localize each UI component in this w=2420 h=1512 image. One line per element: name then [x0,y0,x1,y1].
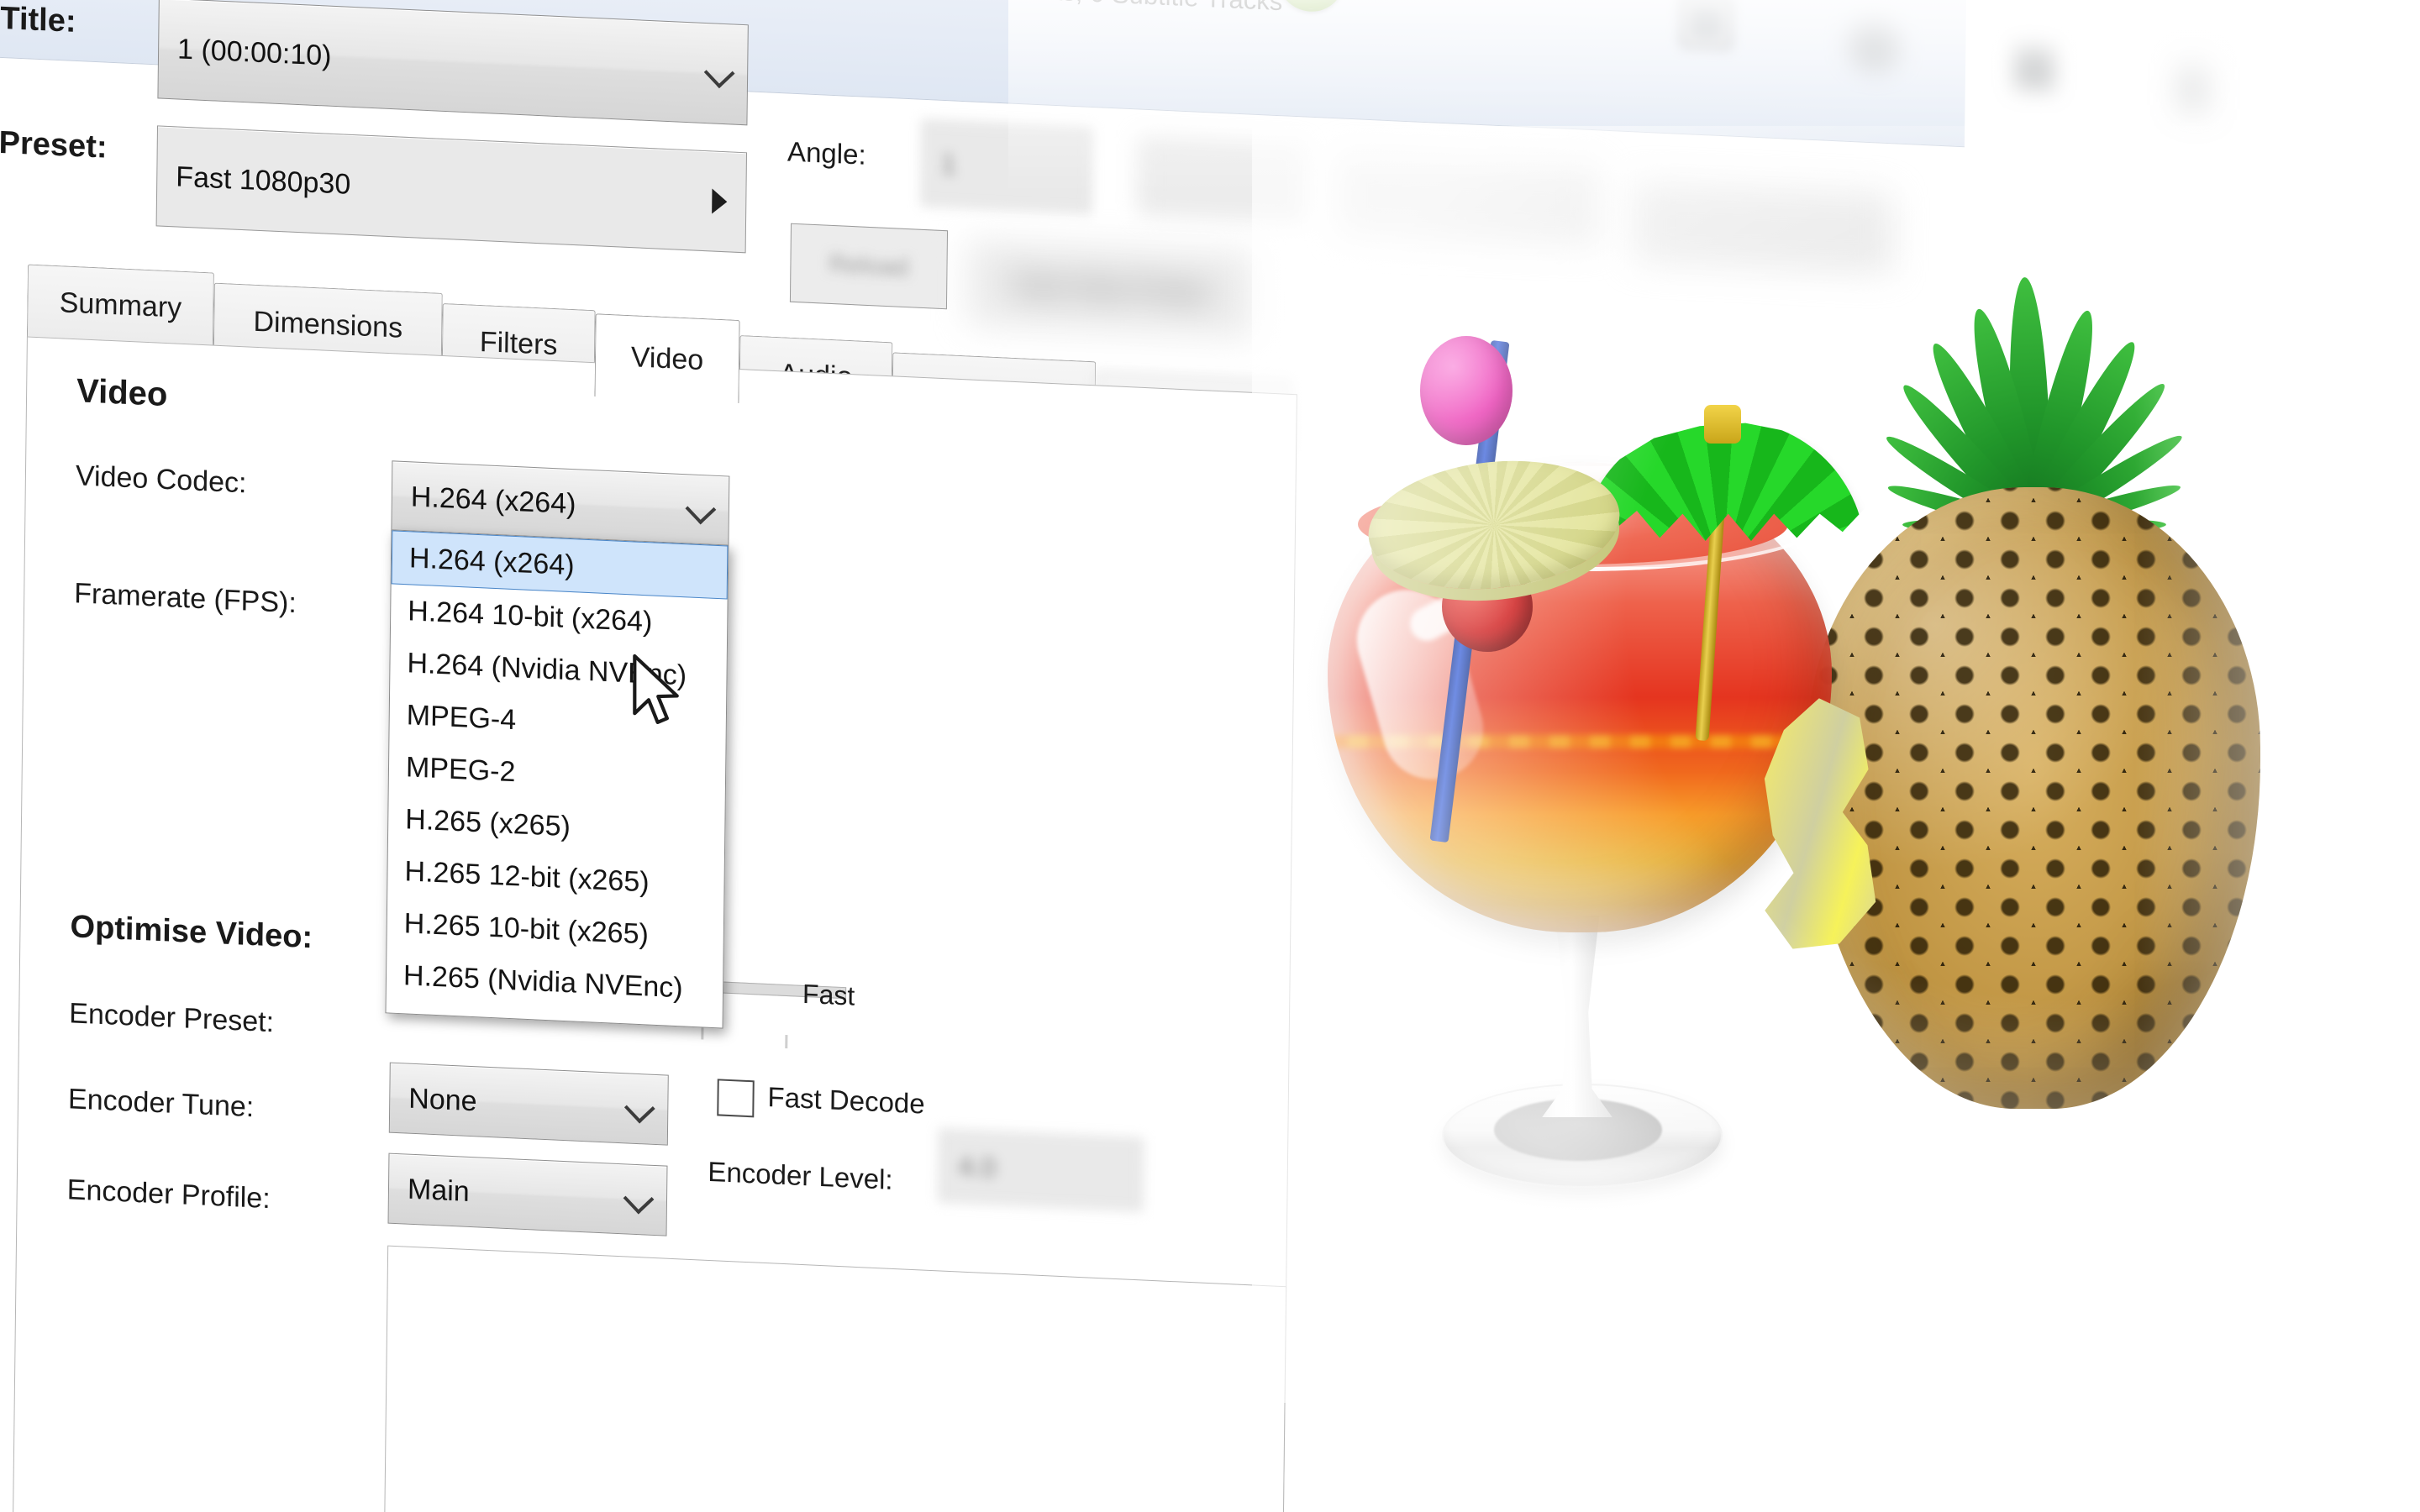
chevron-down-icon [703,57,735,89]
mouse-cursor [632,654,687,735]
umbrella-tip [1704,405,1741,444]
toolbar-activity-button[interactable] [2167,59,2220,113]
title-label: Title: [0,0,76,39]
pause-icon [2007,39,2060,94]
chevron-down-icon [623,1183,655,1215]
encoder-profile-select[interactable]: Main [387,1152,668,1236]
pineapple-crown [1857,244,2210,539]
start-encode-button[interactable]: Start Encode [1276,0,1511,21]
preview-icon [1680,0,1733,50]
preset-label: Preset: [0,124,108,165]
pink-cherry [1420,336,1512,445]
angle-label: Angle: [786,135,866,171]
toolbar-queue-button[interactable] [1847,17,1934,74]
video-codec-value: H.264 (x264) [410,480,576,520]
reload-button[interactable]: Reload [789,223,949,310]
cocktail-glass [1277,336,1865,1344]
video-codec-dropdown[interactable]: H.264 (x264) H.264 10-bit (x264) H.264 (… [385,529,729,1029]
preset-select[interactable]: Fast 1080p30 [155,125,748,254]
encoder-level-input[interactable]: 4.0 [939,1129,1144,1211]
screenshot-stage: code Start Encode [0,0,2420,1512]
reload-label: Reload [829,249,909,282]
angle-value: 1 [940,148,957,180]
encoder-tune-value: None [408,1082,477,1117]
play-icon [1276,0,1345,13]
title-value: 1 (00:00:10) [176,32,332,72]
save-preset-label: Save New Preset [1013,270,1208,307]
encoder-profile-value: Main [407,1173,470,1208]
toolbar-preview-button[interactable] [1680,0,1766,50]
slider-tick [701,1026,704,1040]
encoder-preset-value: Fast [802,978,855,1011]
queue-icon [1847,17,1901,72]
toolbar-preview-label [1744,12,1766,36]
start-encode-label: Start Encode [1365,0,1511,2]
encoder-tune-select[interactable]: None [388,1062,669,1146]
video-section-heading: Video [76,372,168,414]
save-preset-button[interactable]: Save New Preset [970,243,1250,335]
caret-right-icon [712,188,728,215]
preset-value: Fast 1080p30 [176,160,351,201]
advanced-options-box[interactable] [382,1245,1287,1512]
tab-summary[interactable]: Summary [26,264,214,346]
paper-umbrella [1580,395,1882,748]
toolbar-pause-label [2071,57,2094,81]
fast-decode-checkbox[interactable] [717,1079,755,1118]
tab-video[interactable]: Video [594,313,740,404]
chevron-down-icon [685,493,717,525]
chevron-down-icon [623,1092,655,1124]
toolbar-queue-label [1912,34,1934,59]
activity-icon [2167,59,2220,113]
toolbar-pause-button[interactable] [2007,39,2094,96]
encoder-level-value: 4.0 [958,1150,997,1183]
cocktail-and-pineapple-3d-render [1252,126,2370,1403]
angle-input[interactable]: 1 [921,119,1092,213]
slider-tick [785,1034,788,1049]
